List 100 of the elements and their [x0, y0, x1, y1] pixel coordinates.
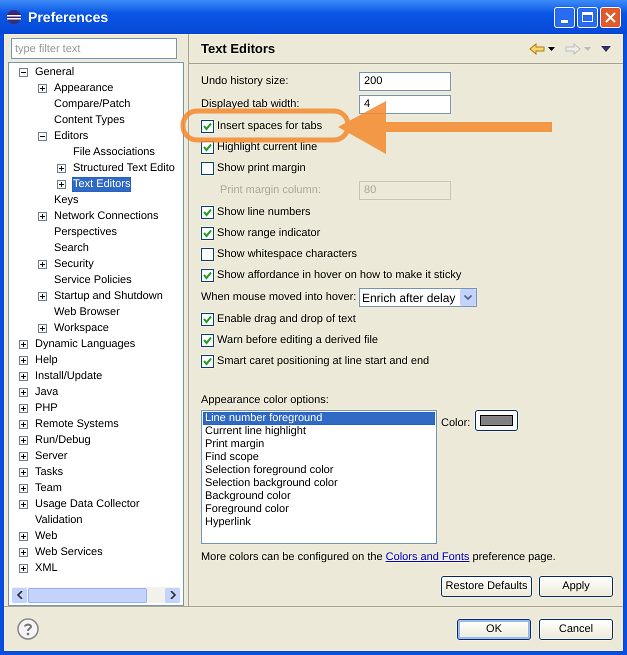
- tree-item[interactable]: Security: [53, 256, 95, 272]
- tree-item[interactable]: Startup and Shutdown: [53, 288, 164, 304]
- expand-icon[interactable]: [19, 484, 28, 492]
- checkbox[interactable]: [201, 313, 214, 326]
- checkbox-label[interactable]: Show whitespace characters: [217, 246, 358, 263]
- tree-item[interactable]: Web: [34, 528, 58, 544]
- checkbox-label[interactable]: Smart caret positioning at line start and end: [217, 353, 430, 370]
- cancel-button[interactable]: Cancel: [539, 618, 613, 640]
- checkbox[interactable]: [201, 206, 214, 219]
- tree-item[interactable]: Remote Systems: [34, 416, 120, 432]
- color-list-item[interactable]: Selection foreground color: [203, 464, 435, 477]
- tree-item[interactable]: Dynamic Languages: [34, 336, 136, 352]
- ok-button[interactable]: OK: [457, 618, 531, 640]
- tree-item[interactable]: Validation: [34, 512, 84, 528]
- expand-icon[interactable]: [19, 420, 28, 428]
- maximize-button[interactable]: [577, 6, 598, 28]
- checkbox-label[interactable]: Show line numbers: [217, 204, 311, 221]
- tree-item[interactable]: Search: [53, 240, 90, 256]
- expand-icon[interactable]: [38, 212, 47, 220]
- colors-and-fonts-link[interactable]: Colors and Fonts: [386, 551, 470, 563]
- filter-field[interactable]: type filter text: [11, 38, 177, 59]
- tree-item[interactable]: Service Policies: [53, 272, 133, 288]
- tree-item[interactable]: Run/Debug: [34, 432, 92, 448]
- color-list-item[interactable]: Find scope: [203, 451, 435, 464]
- collapse-icon[interactable]: [38, 132, 47, 140]
- color-list-item[interactable]: Hyperlink: [203, 516, 435, 529]
- scroll-right-button[interactable]: [165, 588, 180, 602]
- tree-item[interactable]: Web Browser: [53, 304, 121, 320]
- tree-item[interactable]: Editors: [53, 128, 90, 144]
- expand-icon[interactable]: [19, 564, 28, 572]
- expand-icon[interactable]: [19, 468, 28, 476]
- expand-icon[interactable]: [38, 260, 47, 268]
- color-list-item[interactable]: Foreground color: [203, 503, 435, 516]
- color-list-item[interactable]: Selection background color: [203, 477, 435, 490]
- expand-icon[interactable]: [19, 404, 28, 412]
- expand-icon[interactable]: [19, 388, 28, 396]
- tree-item[interactable]: Server: [34, 448, 68, 464]
- collapse-icon[interactable]: [19, 68, 28, 76]
- apply-button[interactable]: Apply: [539, 576, 613, 597]
- minimize-button[interactable]: [554, 6, 575, 28]
- tree-item[interactable]: PHP: [34, 400, 59, 416]
- tree-item[interactable]: Compare/Patch: [53, 96, 132, 112]
- expand-icon[interactable]: [19, 356, 28, 364]
- expand-icon[interactable]: [19, 372, 28, 380]
- checkbox-label[interactable]: Highlight current line: [217, 139, 318, 156]
- tree-item[interactable]: Appearance: [53, 80, 114, 96]
- expand-icon[interactable]: [19, 532, 28, 540]
- checkbox[interactable]: [201, 162, 214, 175]
- tree-item[interactable]: File Associations: [72, 144, 156, 160]
- tree-item[interactable]: Usage Data Collector: [34, 496, 141, 512]
- scroll-thumb[interactable]: [28, 588, 147, 602]
- horizontal-scrollbar[interactable]: [12, 587, 180, 603]
- tree-item[interactable]: XML: [34, 560, 59, 576]
- checkbox-label[interactable]: Warn before editing a derived file: [217, 332, 378, 349]
- tree-item[interactable]: Keys: [53, 192, 80, 208]
- checkbox[interactable]: [201, 269, 214, 282]
- expand-icon[interactable]: [19, 452, 28, 460]
- checkbox[interactable]: [201, 120, 214, 133]
- expand-icon[interactable]: [57, 164, 66, 172]
- color-button[interactable]: [475, 410, 518, 431]
- color-list-item[interactable]: Print margin: [203, 438, 435, 451]
- color-list-item[interactable]: Line number foreground: [203, 412, 435, 425]
- checkbox[interactable]: [201, 334, 214, 347]
- expand-icon[interactable]: [19, 548, 28, 556]
- checkbox-label[interactable]: Show range indicator: [217, 225, 320, 242]
- tree-item[interactable]: Tasks: [34, 464, 64, 480]
- hover-dropdown[interactable]: Enrich after delay: [359, 288, 477, 307]
- tree-item[interactable]: Perspectives: [53, 224, 118, 240]
- expand-icon[interactable]: [19, 500, 28, 508]
- tree-item[interactable]: Structured Text Edito: [72, 160, 176, 176]
- tree-item[interactable]: Team: [34, 480, 63, 496]
- checkbox-label[interactable]: Show print margin: [217, 160, 306, 177]
- tree-item[interactable]: Text Editors: [72, 176, 132, 192]
- expand-icon[interactable]: [57, 180, 66, 188]
- checkbox[interactable]: [201, 355, 214, 368]
- checkbox-label[interactable]: Enable drag and drop of text: [217, 311, 356, 328]
- expand-icon[interactable]: [19, 436, 28, 444]
- dropdown-caret-icon[interactable]: [548, 46, 555, 50]
- expand-icon[interactable]: [38, 324, 47, 332]
- input-field[interactable]: 200: [359, 72, 451, 91]
- scroll-left-button[interactable]: [12, 588, 27, 602]
- tree-item[interactable]: General: [34, 64, 76, 80]
- close-button[interactable]: [600, 6, 621, 28]
- expand-icon[interactable]: [38, 84, 47, 92]
- tree-item[interactable]: Content Types: [53, 112, 126, 128]
- expand-icon[interactable]: [19, 340, 28, 348]
- tree-item[interactable]: Java: [34, 384, 60, 400]
- checkbox-label[interactable]: Show affordance in hover on how to make it sticky: [217, 267, 462, 284]
- tree-item[interactable]: Workspace: [53, 320, 110, 336]
- help-icon[interactable]: [17, 618, 39, 640]
- restore-defaults-button[interactable]: Restore Defaults: [441, 576, 532, 597]
- color-list-item[interactable]: Current line highlight: [203, 425, 435, 438]
- tree-item[interactable]: Install/Update: [34, 368, 104, 384]
- tree-item[interactable]: Help: [34, 352, 59, 368]
- tree-item[interactable]: Network Connections: [53, 208, 160, 224]
- color-list-item[interactable]: Background color: [203, 490, 435, 503]
- expand-icon[interactable]: [38, 292, 47, 300]
- checkbox[interactable]: [201, 248, 214, 261]
- input-field[interactable]: 4: [359, 95, 451, 114]
- view-menu-icon[interactable]: [601, 46, 611, 52]
